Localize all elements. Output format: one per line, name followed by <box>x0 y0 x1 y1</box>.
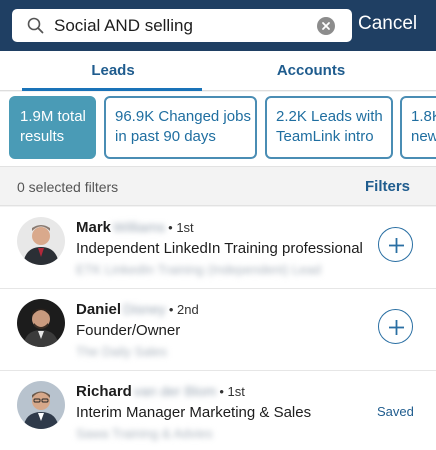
lead-name-line: Richard van der Blom • 1st <box>76 383 245 403</box>
lead-last-name-blurred: Williams <box>113 219 166 235</box>
lead-headline: Interim Manager Marketing & Sales <box>76 404 312 421</box>
chip-total-results[interactable]: 1.9M total results <box>9 96 96 159</box>
avatar <box>17 381 65 429</box>
lead-headline: Founder/Owner <box>76 322 181 339</box>
lead-row[interactable]: Daniel Disney • 2nd Founder/Owner The Dail… <box>0 289 436 371</box>
clear-search-icon[interactable] <box>317 17 335 35</box>
chip-line: 2.2K Leads with <box>276 108 383 125</box>
top-bar: Cancel <box>0 0 436 51</box>
lead-company-blurred: The Daily Sales <box>76 344 168 359</box>
chip-line: 96.9K Changed jobs <box>115 108 251 125</box>
saved-status[interactable]: Saved <box>377 404 414 419</box>
filter-chips-row[interactable]: 1.9M total results 96.9K Changed jobs in… <box>0 92 436 166</box>
chip-new[interactable]: 1.8K new <box>400 96 436 159</box>
lead-last-name-blurred: van der Blom <box>133 383 217 399</box>
filter-bar: 0 selected filters Filters <box>0 166 436 206</box>
lead-name-line: Daniel Disney • 2nd <box>76 301 199 321</box>
lead-company-blurred: ETK LinkedIn Training (Independent) Lead <box>76 262 322 277</box>
lead-first-name[interactable]: Daniel <box>76 301 121 318</box>
chip-line: new <box>411 128 436 145</box>
plus-icon <box>389 320 404 335</box>
tab-bar: Leads Accounts <box>0 51 436 91</box>
active-tab-indicator <box>22 88 202 91</box>
chip-line: in past 90 days <box>115 128 216 145</box>
chip-line: 1.9M total <box>20 108 86 125</box>
lead-headline: Independent LinkedIn Training profession… <box>76 240 363 257</box>
lead-company-blurred: Sawa Training & Advies <box>76 426 213 441</box>
search-input[interactable] <box>54 14 309 37</box>
chip-line: results <box>20 128 65 145</box>
lead-last-name-blurred: Disney <box>123 301 166 317</box>
degree-value: 1st <box>176 220 194 235</box>
chip-changed-jobs[interactable]: 96.9K Changed jobs in past 90 days <box>104 96 257 159</box>
cancel-button[interactable]: Cancel <box>358 13 436 35</box>
selected-filters-count: 0 selected filters <box>17 179 119 195</box>
degree-value: 2nd <box>176 302 199 317</box>
lead-first-name[interactable]: Mark <box>76 219 111 236</box>
connection-degree: • 1st <box>168 220 194 235</box>
plus-icon <box>389 238 404 253</box>
search-box[interactable] <box>12 9 352 42</box>
connection-degree: • 1st <box>219 384 245 399</box>
search-icon <box>27 17 44 34</box>
lead-name-line: Mark Williams • 1st <box>76 219 194 239</box>
lead-row[interactable]: Richard van der Blom • 1st Interim Manager… <box>0 371 436 450</box>
avatar <box>17 217 65 265</box>
connection-degree: • 2nd <box>168 302 199 317</box>
avatar <box>17 299 65 347</box>
chip-teamlink[interactable]: 2.2K Leads with TeamLink intro <box>265 96 393 159</box>
lead-first-name[interactable]: Richard <box>76 383 132 400</box>
filters-button[interactable]: Filters <box>365 178 410 195</box>
add-lead-button[interactable] <box>378 227 413 262</box>
tab-leads[interactable]: Leads <box>24 51 202 91</box>
add-lead-button[interactable] <box>378 309 413 344</box>
chip-line: 1.8K <box>411 108 436 125</box>
lead-row[interactable]: Mark Williams • 1st Independent LinkedIn T… <box>0 207 436 289</box>
degree-value: 1st <box>227 384 245 399</box>
chip-line: TeamLink intro <box>276 128 374 145</box>
tab-accounts[interactable]: Accounts <box>222 51 400 91</box>
